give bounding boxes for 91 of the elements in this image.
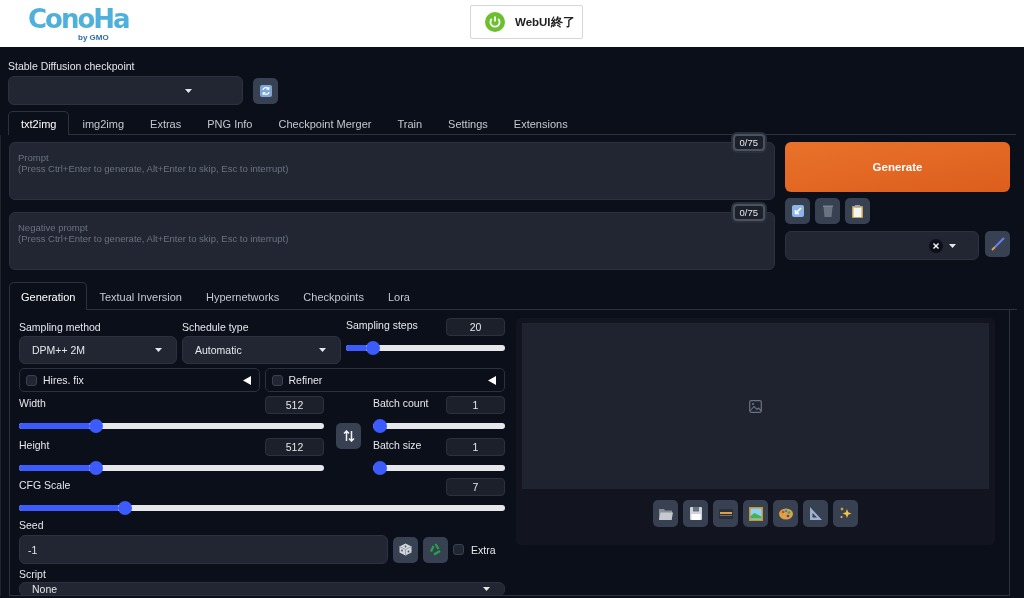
schedule-type-dropdown[interactable]: Automatic [182, 336, 341, 364]
sparkles-icon [839, 507, 852, 520]
number-field[interactable]: 20 [446, 318, 505, 336]
script-dropdown[interactable]: None [19, 582, 505, 596]
folder-icon [658, 507, 673, 520]
logo: ConoHa [28, 6, 129, 32]
tab[interactable]: PNG Info [194, 111, 266, 135]
expand-triangle-icon[interactable] [488, 375, 496, 385]
number-field[interactable]: 7 [446, 478, 505, 496]
caret-icon [155, 348, 162, 352]
field-label: Seed [19, 519, 45, 531]
slider-thumb[interactable] [88, 419, 103, 433]
zip-button[interactable] [713, 500, 738, 527]
slider-label: Width [19, 397, 46, 409]
tab[interactable]: txt2img [8, 111, 70, 135]
dice-icon [399, 543, 412, 556]
swap-arrows-icon [342, 429, 355, 442]
caret-icon [483, 587, 490, 591]
random-seed-button[interactable] [393, 536, 418, 563]
tab[interactable]: Checkpoint Merger [265, 111, 385, 135]
clear-icon[interactable] [929, 238, 944, 253]
swap-dimensions-button[interactable] [336, 422, 361, 449]
tab[interactable]: Extensions [500, 111, 581, 135]
send-to-img2img-button[interactable] [743, 500, 768, 527]
seed-field[interactable]: -1 [19, 535, 388, 564]
checkbox[interactable] [26, 374, 37, 386]
apply-styles-button[interactable] [845, 198, 870, 224]
edit-styles-button[interactable] [985, 231, 1010, 257]
save-button[interactable] [683, 500, 708, 527]
slider-thumb[interactable] [373, 419, 387, 433]
refresh-button[interactable] [253, 77, 278, 104]
accordion-label: Refiner [288, 374, 324, 386]
tab[interactable]: Settings [435, 111, 501, 135]
open-folder-button[interactable] [653, 500, 678, 527]
tab[interactable]: Textual Inversion [87, 282, 194, 310]
palette-icon [778, 507, 793, 520]
logo-subtitle: by GMO [78, 33, 109, 42]
slider-label: CFG Scale [19, 479, 71, 491]
caret-icon [319, 348, 326, 352]
tab[interactable]: Train [384, 111, 436, 135]
number-field[interactable]: 512 [265, 438, 324, 456]
tab[interactable]: Checkpoints [291, 282, 376, 310]
field-label: Script [19, 568, 47, 580]
caret-icon [949, 243, 957, 248]
slider-label: Height [19, 439, 50, 451]
slider-thumb[interactable] [118, 501, 133, 515]
triangle-ruler-icon [809, 507, 822, 520]
slider-label: Batch count [373, 397, 429, 409]
tab[interactable]: img2img [69, 111, 138, 135]
tab[interactable]: Generation [9, 282, 88, 310]
checkbox[interactable] [453, 544, 464, 555]
number-field[interactable]: 1 [446, 396, 505, 414]
number-field[interactable]: 1 [446, 438, 505, 456]
sampling-method-dropdown[interactable]: DPM++ 2M [19, 336, 177, 364]
slider-thumb[interactable] [366, 341, 381, 355]
brush-icon [990, 237, 1005, 251]
number-field[interactable]: 512 [265, 396, 324, 414]
stop-webui-button[interactable]: WebUI終了 [470, 5, 583, 39]
checkpoint-label: Stable Diffusion checkpoint [8, 60, 135, 72]
checkpoint-dropdown[interactable] [8, 76, 243, 105]
clear-prompt-button[interactable] [815, 198, 840, 224]
framed-picture-icon [748, 506, 763, 521]
clipboard-icon [852, 204, 863, 218]
expand-triangle-icon[interactable] [242, 375, 251, 385]
tab[interactable]: Extras [137, 111, 195, 135]
accordion-header[interactable]: Hires. fix [19, 368, 260, 392]
upscale-button[interactable] [833, 500, 858, 527]
send-to-inpaint-button[interactable] [773, 500, 798, 527]
slider-thumb[interactable] [88, 461, 103, 475]
slider-label: Batch size [373, 439, 422, 451]
checkbox-label: Extra [471, 543, 496, 556]
arrow-icon [791, 205, 804, 217]
send-to-extras-button[interactable] [803, 500, 828, 527]
tab[interactable]: Hypernetworks [194, 282, 292, 310]
accordion-header[interactable]: Refiner [264, 368, 505, 392]
field-label: Schedule type [182, 321, 250, 333]
refresh-icon [259, 84, 272, 97]
caret-icon [185, 88, 192, 93]
reuse-seed-button[interactable] [423, 536, 448, 563]
token-counter: 0/75 [732, 134, 765, 151]
slider-label: Sampling steps [346, 319, 418, 331]
token-counter: 0/75 [732, 204, 765, 221]
image-icon [749, 399, 762, 413]
trash-icon [822, 205, 833, 217]
accordion-label: Hires. fix [43, 374, 85, 386]
power-icon [485, 12, 505, 32]
tab[interactable]: Lora [375, 282, 422, 310]
checkbox[interactable] [271, 374, 283, 386]
read-parameters-button[interactable] [785, 198, 810, 224]
slider-thumb[interactable] [373, 461, 387, 475]
field-label: Sampling method [19, 321, 102, 333]
